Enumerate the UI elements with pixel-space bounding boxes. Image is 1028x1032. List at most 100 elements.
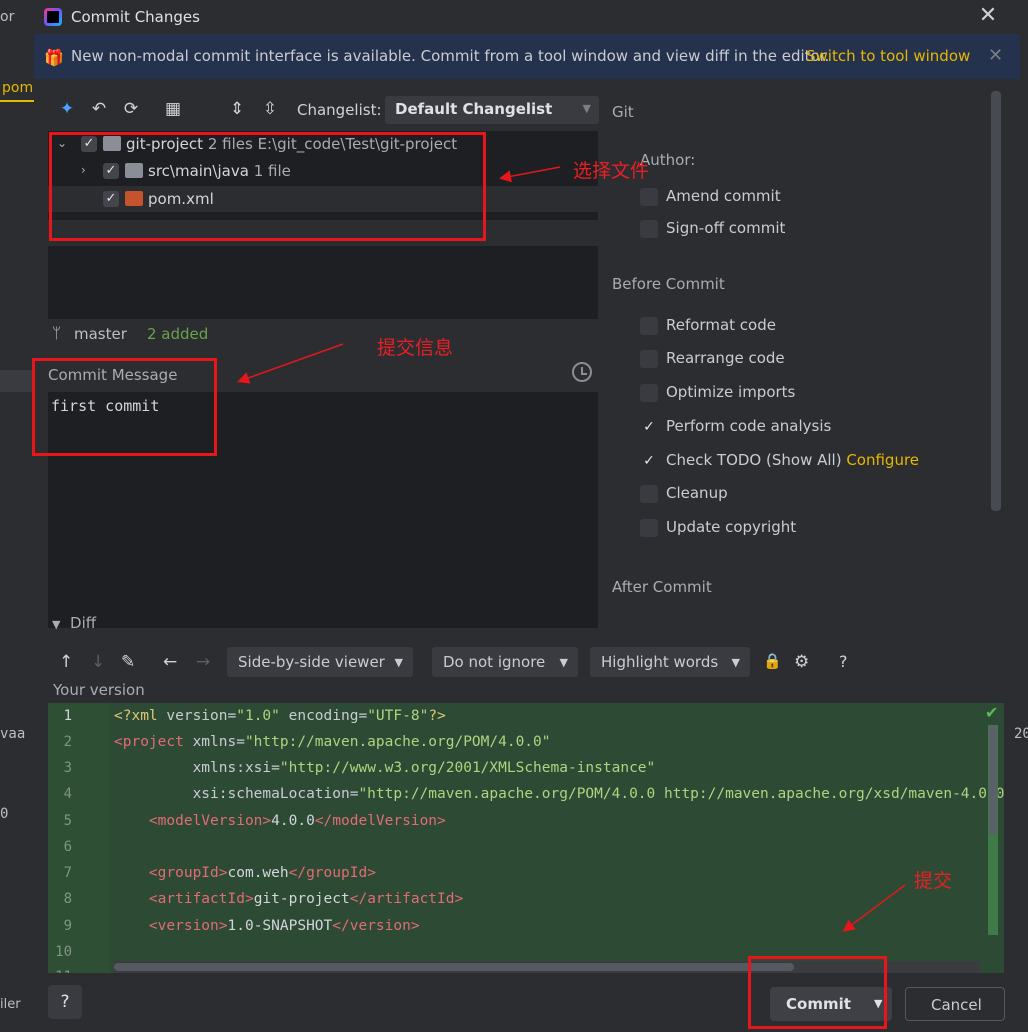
token: </ bbox=[314, 813, 333, 829]
line-number: 8 bbox=[63, 891, 72, 907]
scrollbar-thumb[interactable] bbox=[114, 963, 794, 971]
background-text: 0 bbox=[0, 806, 9, 822]
checkbox[interactable] bbox=[640, 350, 658, 368]
arrow-down-icon[interactable]: ↓ bbox=[91, 652, 105, 672]
checkbox[interactable] bbox=[640, 317, 658, 335]
token: groupId bbox=[306, 865, 368, 881]
dialog-titlebar: Commit Changes ✕ bbox=[34, 0, 1028, 34]
line-number: 3 bbox=[63, 760, 72, 776]
diff-section-toggle[interactable]: ▼ Diff bbox=[52, 614, 96, 632]
expand-all-icon[interactable]: ⇕ bbox=[226, 98, 248, 120]
banner-text: New non-modal commit interface is availa… bbox=[71, 47, 830, 65]
gear-icon[interactable]: ⚙ bbox=[794, 652, 809, 672]
cancel-button-label: Cancel bbox=[931, 996, 982, 1014]
branch-name: master bbox=[74, 325, 127, 343]
code-line: <groupId>com.weh</groupId> bbox=[114, 865, 376, 881]
token: > bbox=[454, 891, 464, 907]
token: encoding= bbox=[279, 708, 368, 724]
arrow-right-icon[interactable]: → bbox=[196, 652, 210, 672]
token: "UTF-8" bbox=[367, 708, 429, 724]
token: xmlns:xsi= bbox=[192, 760, 280, 776]
token: version bbox=[349, 918, 411, 934]
chevron-down-icon: ▼ bbox=[559, 656, 568, 669]
token: xmlns= bbox=[183, 734, 245, 750]
token: > bbox=[262, 813, 272, 829]
group-by-icon[interactable]: ▦ bbox=[162, 98, 184, 120]
checkbox[interactable] bbox=[640, 384, 658, 402]
show-diff-icon[interactable]: ✦ bbox=[56, 98, 78, 120]
close-icon[interactable]: ✕ bbox=[976, 4, 1000, 28]
background-text: pom bbox=[2, 80, 34, 96]
line-number: 1 bbox=[63, 708, 72, 724]
ignore-dropdown[interactable]: Do not ignore ▼ bbox=[432, 647, 578, 677]
highlight-dropdown[interactable]: Highlight words ▼ bbox=[590, 647, 750, 677]
background-text: vaa bbox=[0, 726, 26, 742]
background-tab-underline bbox=[0, 100, 34, 102]
token: < bbox=[148, 865, 158, 881]
dialog-title: Commit Changes bbox=[71, 8, 200, 26]
code-line: <?xml version="1.0" encoding="UTF-8"?> bbox=[114, 708, 446, 724]
token: < bbox=[148, 918, 158, 934]
changelist-dropdown[interactable]: Default Changelist ▼ bbox=[385, 96, 599, 124]
edit-icon[interactable]: ✎ bbox=[121, 652, 135, 672]
changelist-value: Default Changelist bbox=[395, 100, 553, 118]
dropdown-value: Highlight words bbox=[601, 653, 719, 671]
annotation-label-commit: 提交 bbox=[914, 870, 953, 892]
cancel-button[interactable]: Cancel bbox=[905, 987, 1005, 1021]
token: > bbox=[367, 865, 376, 881]
dropdown-value: Side-by-side viewer bbox=[238, 653, 385, 671]
checkbox[interactable] bbox=[640, 485, 658, 503]
arrow-left-icon[interactable]: ← bbox=[163, 652, 177, 672]
help-icon[interactable]: ? bbox=[839, 652, 848, 671]
viewer-dropdown[interactable]: Side-by-side viewer ▼ bbox=[227, 647, 413, 677]
token: modelVersion bbox=[157, 813, 263, 829]
history-icon[interactable] bbox=[572, 362, 592, 382]
rollback-icon[interactable]: ↶ bbox=[88, 98, 110, 120]
scrollbar-thumb[interactable] bbox=[989, 725, 997, 835]
checkbox[interactable] bbox=[640, 220, 658, 238]
token: version= bbox=[166, 708, 237, 724]
configure-link[interactable]: Configure bbox=[846, 451, 919, 469]
added-count: 2 added bbox=[147, 325, 209, 343]
lock-icon[interactable]: 🔒 bbox=[763, 652, 782, 670]
banner-close-icon[interactable]: ✕ bbox=[988, 45, 1003, 66]
token: 1.0-SNAPSHOT bbox=[227, 918, 333, 934]
checkmark-icon[interactable]: ✓ bbox=[640, 452, 658, 470]
refresh-icon[interactable]: ⟳ bbox=[120, 98, 142, 120]
checkbox[interactable] bbox=[640, 519, 658, 537]
help-button[interactable]: ? bbox=[48, 985, 82, 1019]
annotation-label-commit-info: 提交信息 bbox=[377, 337, 454, 359]
token: 4.0.0 bbox=[271, 813, 315, 829]
token: artifactId bbox=[367, 891, 455, 907]
line-number: 6 bbox=[63, 839, 72, 855]
checkmark-icon[interactable]: ✓ bbox=[640, 418, 658, 436]
vertical-scrollbar[interactable] bbox=[988, 725, 998, 935]
intellij-logo-icon bbox=[44, 8, 62, 26]
arrow-up-icon[interactable]: ↑ bbox=[59, 652, 73, 672]
token: ?> bbox=[428, 708, 446, 724]
switch-to-tool-window-link[interactable]: Switch to tool window bbox=[806, 47, 970, 65]
diff-label: Diff bbox=[70, 614, 97, 632]
before-commit-heading: Before Commit bbox=[612, 275, 725, 293]
changelist-label: Changelist: bbox=[297, 101, 382, 119]
token: "1.0" bbox=[236, 708, 280, 724]
diff-editor[interactable]: 1 2 3 4 5 6 7 8 9 10 11 <?xml version="1… bbox=[48, 703, 1004, 973]
line-number: 10 bbox=[55, 944, 72, 960]
option-label: Optimize imports bbox=[666, 383, 796, 401]
options-scrollbar[interactable] bbox=[991, 91, 1001, 511]
token: < bbox=[148, 813, 158, 829]
code-line: <project xmlns="http://maven.apache.org/… bbox=[114, 734, 551, 750]
branch-icon: ᛘ bbox=[52, 324, 62, 342]
checkbox[interactable] bbox=[640, 188, 658, 206]
option-label: Sign-off commit bbox=[666, 219, 786, 237]
git-section-label: Git bbox=[612, 103, 634, 121]
collapse-all-icon[interactable]: ⇳ bbox=[259, 98, 281, 120]
token: <?xml bbox=[114, 708, 167, 724]
line-number: 9 bbox=[63, 918, 72, 934]
token: version bbox=[157, 918, 219, 934]
info-banner: 🎁 New non-modal commit interface is avai… bbox=[34, 34, 1020, 79]
